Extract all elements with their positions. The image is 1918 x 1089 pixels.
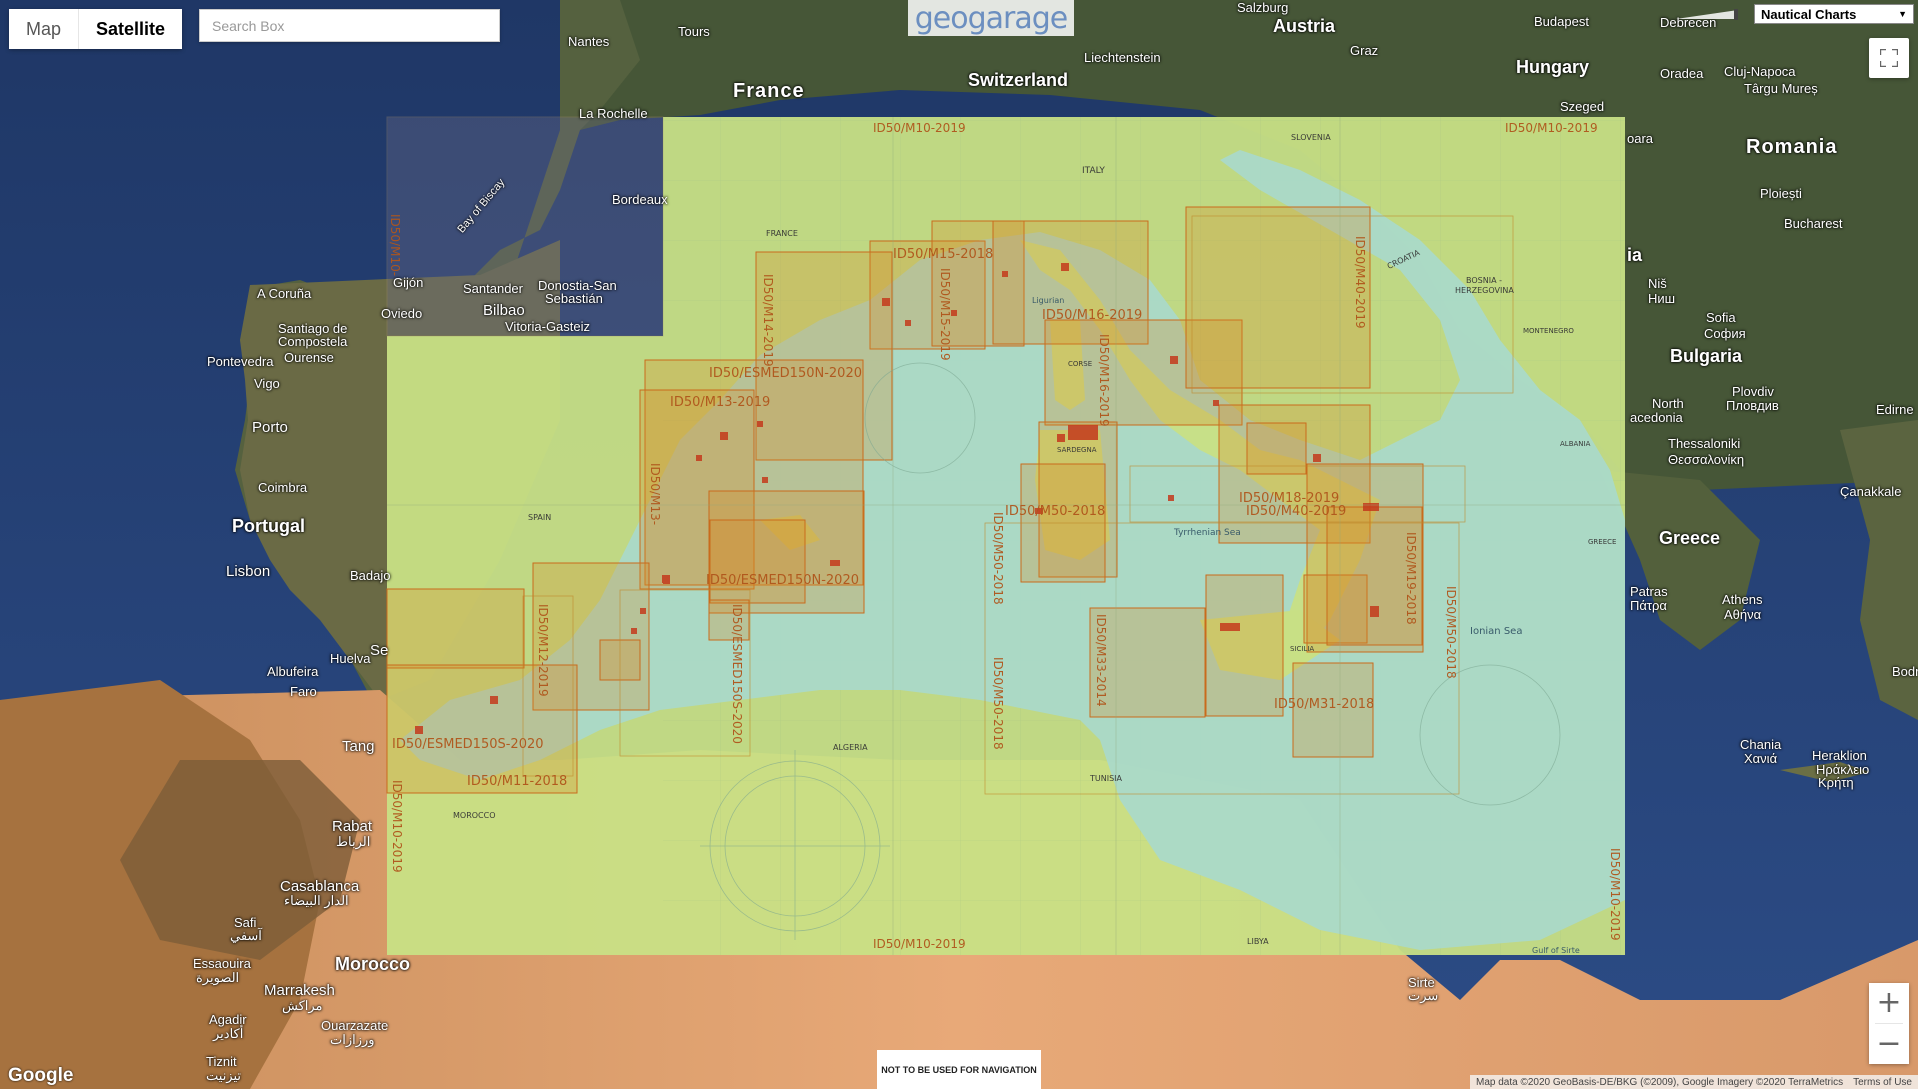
layer-select-value: Nautical Charts	[1761, 6, 1857, 22]
opacity-slider[interactable]	[1676, 8, 1742, 20]
opacity-slider-handle	[1734, 9, 1738, 20]
zoom-control: + −	[1869, 983, 1909, 1064]
zoom-in-button[interactable]: +	[1869, 983, 1909, 1023]
search-input[interactable]	[199, 9, 500, 42]
map-imagery	[0, 0, 1918, 1089]
google-logo: Google	[8, 1065, 74, 1086]
geogarage-logo: geogarage	[908, 0, 1074, 36]
fullscreen-button[interactable]	[1869, 38, 1909, 78]
plus-icon: +	[1876, 985, 1902, 1020]
chevron-down-icon: ▼	[1898, 9, 1907, 19]
minus-icon: −	[1876, 1026, 1902, 1061]
map-type-satellite-button[interactable]: Satellite	[78, 9, 183, 49]
map-canvas[interactable]: France Austria Hungary Switzerland Liech…	[0, 0, 1918, 1089]
logo-text: geogarage	[914, 0, 1068, 36]
terms-of-use-link[interactable]: Terms of Use	[1853, 1077, 1912, 1088]
navigation-warning: NOT TO BE USED FOR NAVIGATION	[877, 1050, 1041, 1089]
fullscreen-icon	[1880, 49, 1898, 67]
layer-select[interactable]: Nautical Charts ▼	[1754, 4, 1914, 24]
attribution-text: Map data ©2020 GeoBasis-DE/BKG (©2009), …	[1476, 1076, 1844, 1088]
zoom-out-button[interactable]: −	[1869, 1024, 1909, 1064]
map-type-map-button[interactable]: Map	[9, 9, 79, 49]
map-type-control: Map Satellite	[9, 9, 183, 49]
map-attribution: Map data ©2020 GeoBasis-DE/BKG (©2009), …	[1470, 1075, 1918, 1089]
